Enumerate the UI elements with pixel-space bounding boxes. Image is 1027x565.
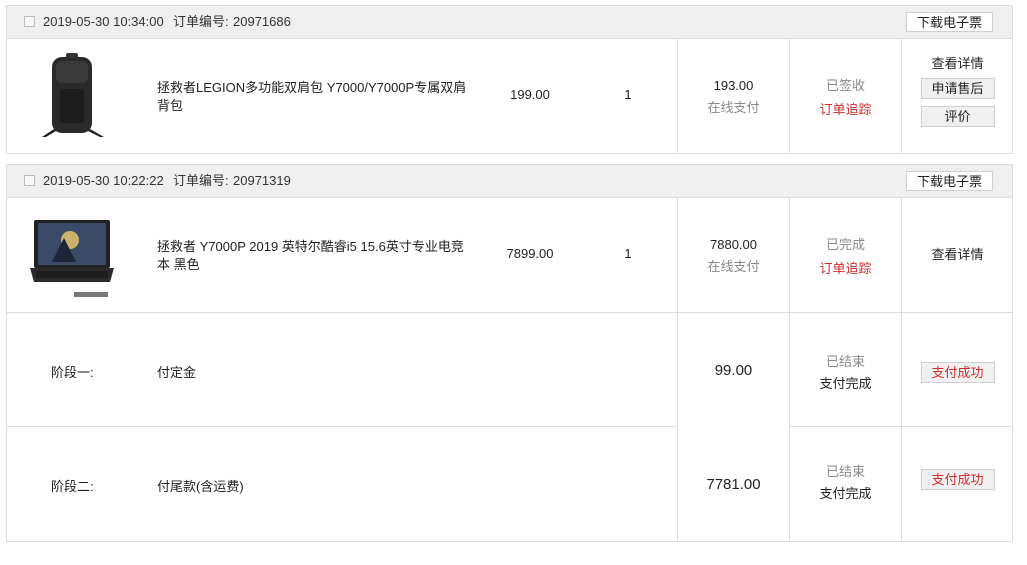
order-header: 2019-05-30 10:34:00 订单编号: 20971686 下载电子票 (7, 6, 1012, 39)
stage-amount: 7781.00 (706, 476, 761, 493)
view-details-link[interactable]: 查看详情 (902, 245, 1013, 265)
payment-method: 在线支付 (707, 259, 760, 274)
stage-payment-status: 支付完成 (819, 376, 872, 391)
product-name[interactable]: 拯救者 Y7000P 2019 英特尔酷睿i5 15.6英寸专业电竞本 黑色 (157, 238, 467, 274)
quantity: 1 (624, 87, 632, 102)
stage-status: 已结束 (825, 464, 865, 479)
order-number: 20971319 (233, 173, 291, 188)
view-details-link[interactable]: 查看详情 (902, 54, 1013, 74)
order-date: 2019-05-30 10:22:22 (43, 173, 164, 188)
quantity: 1 (624, 246, 632, 261)
payment-method: 在线支付 (707, 100, 760, 115)
after-sales-button[interactable]: 申请售后 (920, 78, 995, 99)
stage-description: 付定金 (157, 365, 197, 380)
order-number-label: 订单编号: (173, 14, 229, 29)
order-number-label: 订单编号: (173, 173, 229, 188)
order-card: 2019-05-30 10:34:00 订单编号: 20971686 下载电子票… (6, 5, 1013, 154)
order-tracking-link[interactable]: 订单追踪 (790, 257, 901, 281)
stage-label: 阶段二: (51, 479, 94, 494)
order-item-row: 拯救者LEGION多功能双肩包 Y7000/Y7000P专属双肩背包 199.0… (7, 39, 1012, 154)
order-checkbox[interactable] (24, 16, 35, 27)
laptop-image[interactable] (24, 208, 120, 304)
order-header: 2019-05-30 10:22:22 订单编号: 20971319 下载电子票 (7, 165, 1012, 198)
backpack-image[interactable] (24, 49, 120, 145)
review-button[interactable]: 评价 (920, 106, 995, 127)
payment-success-button[interactable]: 支付成功 (920, 362, 995, 383)
order-status: 已签收 (825, 78, 865, 93)
paid-amount: 7880.00 (710, 237, 757, 252)
order-item-row: 拯救者 Y7000P 2019 英特尔酷睿i5 15.6英寸专业电竞本 黑色 7… (7, 198, 1012, 541)
stage-description: 付尾款(含运费) (157, 479, 244, 494)
order-checkbox[interactable] (24, 175, 35, 186)
stage-label: 阶段一: (51, 365, 94, 380)
unit-price: 199.00 (510, 87, 550, 102)
paid-amount: 193.00 (713, 78, 754, 93)
order-number: 20971686 (233, 14, 291, 29)
download-e-invoice-button[interactable]: 下载电子票 (905, 12, 993, 32)
stage-amount: 99.00 (714, 362, 753, 379)
download-e-invoice-button[interactable]: 下载电子票 (905, 171, 993, 191)
product-name[interactable]: 拯救者LEGION多功能双肩包 Y7000/Y7000P专属双肩背包 (157, 79, 467, 115)
payment-success-button[interactable]: 支付成功 (920, 469, 995, 490)
stage-payment-status: 支付完成 (819, 486, 872, 501)
order-status: 已完成 (825, 237, 865, 252)
order-tracking-link[interactable]: 订单追踪 (790, 98, 901, 122)
order-date: 2019-05-30 10:34:00 (43, 14, 164, 29)
order-card: 2019-05-30 10:22:22 订单编号: 20971319 下载电子票… (6, 164, 1013, 542)
stage-status: 已结束 (825, 354, 865, 369)
unit-price: 7899.00 (506, 246, 554, 261)
